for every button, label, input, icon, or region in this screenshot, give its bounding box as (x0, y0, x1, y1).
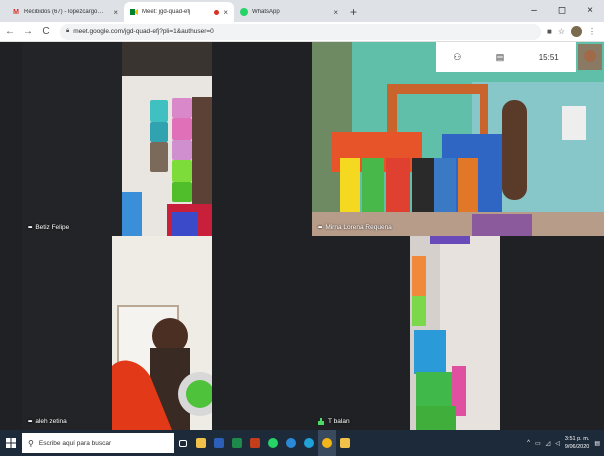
window-controls: – ◻ × (520, 0, 604, 22)
participant-video (22, 42, 212, 236)
more-options-icon[interactable]: ••• (318, 225, 322, 231)
tab-gmail[interactable]: M Recibidos (67) - lopezcargo@gm × (6, 2, 124, 22)
screen: M Recibidos (67) - lopezcargo@gm × Meet:… (0, 0, 604, 456)
word-icon[interactable] (210, 430, 228, 456)
search-icon: ⚲ (28, 438, 34, 448)
maximize-button[interactable]: ◻ (548, 0, 576, 22)
file-explorer-icon[interactable] (192, 430, 210, 456)
participant-name-label: ••• Betiz Felipe (28, 224, 70, 231)
close-window-button[interactable]: × (576, 0, 604, 22)
chat-icon[interactable]: ▤ (496, 52, 505, 63)
volume-icon[interactable]: ◁ (555, 440, 560, 447)
close-tab-icon[interactable]: × (223, 8, 228, 17)
photos-icon[interactable] (336, 430, 354, 456)
excel-icon[interactable] (228, 430, 246, 456)
meet-top-controls: ⚇ ▤ 15:51 (436, 42, 576, 72)
reload-button[interactable]: C (38, 26, 54, 37)
gmail-icon: M (13, 8, 19, 16)
windows-logo-icon (6, 438, 16, 448)
participant-tile[interactable]: ••• Betiz Felipe (22, 42, 212, 236)
more-options-icon[interactable]: ••• (28, 225, 32, 231)
menu-kebab-icon[interactable]: ⋮ (588, 27, 596, 36)
task-view-icon[interactable] (174, 430, 192, 456)
meet-icon (130, 8, 138, 16)
system-tray: ^ ▭ ◿ ◁ 3:51 p. m. 9/06/2020 ▤ (527, 430, 604, 456)
toolbar-right: ■ ☆ ⋮ (547, 26, 596, 37)
tab-label: Meet: jgd-quad-efj (142, 9, 191, 15)
participant-name-label: ••• aleh zetina (28, 418, 67, 425)
forward-button[interactable]: → (20, 26, 36, 37)
participant-tile[interactable]: ••• Mirna Lorena Requena ⚇ ▤ 15:51 (312, 42, 604, 236)
chrome-icon[interactable] (318, 430, 336, 456)
clock[interactable]: 3:51 p. m. 9/06/2020 (565, 435, 589, 451)
close-tab-icon[interactable]: × (113, 8, 118, 17)
taskbar-search-box[interactable]: ⚲ Escribe aquí para buscar (22, 433, 174, 453)
lock-icon: 🔒︎ (66, 28, 70, 34)
powerpoint-icon[interactable] (246, 430, 264, 456)
meet-call-area: ••• Betiz Felipe ••• Mirna Lorena Requen… (0, 42, 604, 430)
network-icon[interactable]: ◿ (546, 440, 551, 447)
url-text: meet.google.com/jgd-quad-efj?pli=1&authu… (73, 28, 214, 35)
video-camera-icon[interactable]: ■ (547, 27, 552, 36)
edge-icon[interactable] (300, 430, 318, 456)
close-tab-icon[interactable]: × (333, 8, 338, 17)
whatsapp-app-icon[interactable] (264, 430, 282, 456)
participant-video (312, 236, 604, 430)
speaking-indicator-icon (318, 418, 324, 425)
chevron-up-icon[interactable]: ^ (527, 440, 530, 446)
address-bar[interactable]: 🔒︎ meet.google.com/jgd-quad-efj?pli=1&au… (60, 23, 541, 40)
recording-icon (214, 9, 220, 15)
minimize-button[interactable]: – (520, 0, 548, 22)
new-tab-button[interactable]: + (350, 2, 357, 22)
self-view-video (578, 44, 602, 70)
people-icon[interactable]: ⚇ (453, 52, 461, 63)
battery-icon[interactable]: ▭ (535, 440, 541, 447)
navigation-bar: ← → C 🔒︎ meet.google.com/jgd-quad-efj?pl… (0, 22, 604, 42)
self-view-thumbnail[interactable] (578, 44, 602, 70)
start-button[interactable] (0, 430, 22, 456)
more-options-icon[interactable]: ••• (28, 419, 32, 425)
tab-label: WhatsApp (252, 9, 280, 15)
participant-tile[interactable]: ••• aleh zetina (22, 236, 212, 430)
profile-avatar[interactable] (571, 26, 582, 37)
bookmark-star-icon[interactable]: ☆ (558, 27, 565, 36)
tab-meet[interactable]: Meet: jgd-quad-efj × (124, 2, 234, 22)
participant-tile[interactable]: T balan (312, 236, 604, 430)
whatsapp-icon (240, 8, 248, 16)
participant-name-label: T balan (318, 418, 350, 425)
meeting-clock: 15:51 (538, 52, 559, 62)
tab-bar: M Recibidos (67) - lopezcargo@gm × Meet:… (0, 0, 604, 22)
participant-name-label: ••• Mirna Lorena Requena (318, 224, 392, 231)
participant-video (22, 236, 212, 430)
edge-icon[interactable] (282, 430, 300, 456)
tab-label: Recibidos (67) - lopezcargo@gm (24, 9, 110, 15)
windows-taskbar: ⚲ Escribe aquí para buscar ^ ▭ ◿ ◁ 3:51 … (0, 430, 604, 456)
back-button[interactable]: ← (2, 26, 18, 37)
notifications-icon[interactable]: ▤ (594, 440, 600, 447)
tab-whatsapp[interactable]: WhatsApp × (234, 2, 344, 22)
